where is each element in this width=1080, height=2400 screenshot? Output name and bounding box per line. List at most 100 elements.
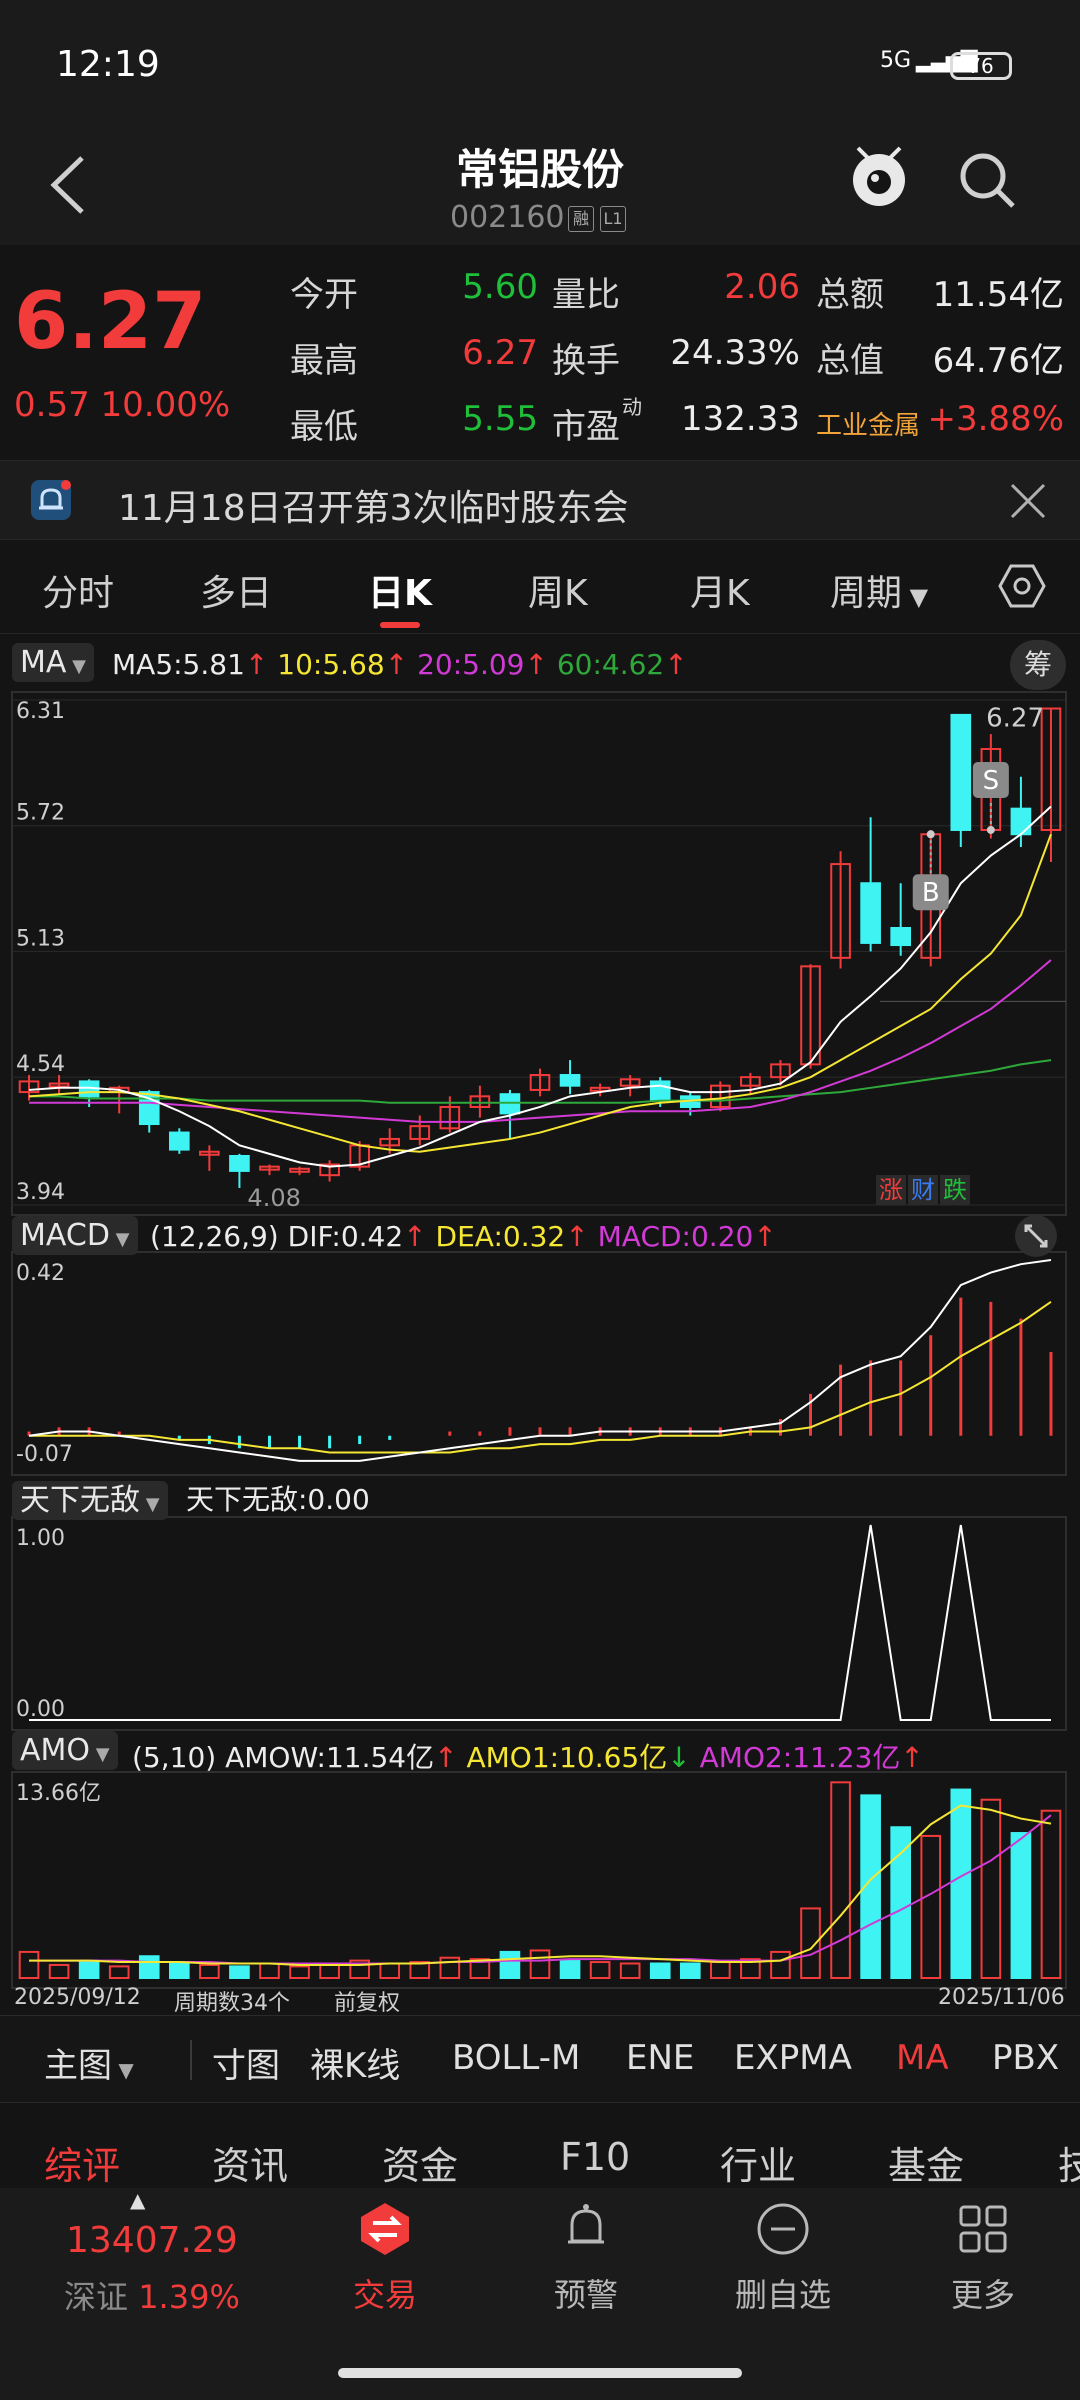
settings-icon[interactable] <box>998 562 1046 610</box>
ma-dropdown[interactable]: MA ▼ <box>12 643 94 682</box>
amo-dropdown[interactable]: AMO ▼ <box>12 1731 118 1770</box>
robot-icon[interactable] <box>848 142 910 212</box>
amo-top-label: 13.66亿 <box>16 1781 101 1806</box>
quote-value: +3.88% <box>927 399 1065 439</box>
high-price-label: 6.27 <box>986 704 1044 734</box>
ma-selector[interactable]: MA ▼ <box>12 643 94 682</box>
macd-chart: 0.42 -0.07 <box>11 1251 1067 1476</box>
nav-alert[interactable]: 预警 <box>506 2270 666 2316</box>
amo-bar <box>108 1965 130 1979</box>
ma60-arrow-icon: ↑ <box>664 648 688 681</box>
chart-area[interactable]: 6.31 5.72 5.13 4.54 3.94 4.08 6.27 B S 涨财跌 0.42 -0… <box>0 690 1080 2010</box>
stock-name: 常铝股份 <box>455 145 624 194</box>
network-label: 5G <box>880 48 912 73</box>
main-chart-label: 主图 <box>44 2046 112 2086</box>
ind-ma[interactable]: MA <box>896 2038 949 2078</box>
amo-bar <box>229 1965 250 1979</box>
amo-bar <box>679 1962 701 1980</box>
stock-code: 002160 <box>450 200 565 235</box>
amo-bar <box>199 1963 220 1979</box>
alert-icon[interactable] <box>558 2201 614 2257</box>
chip-button[interactable]: 筹 <box>1010 640 1066 690</box>
quote-panel: 6.27 0.57 10.00% 今开 5.60 量比 2.06 总额 11.54亿 最高 6… <box>0 245 1080 460</box>
ma5-arrow-icon: ↑ <box>244 648 269 681</box>
ma-values: MA5:5.81↑ 10:5.68↑ 20:5.09↑ 60:4.62↑ <box>112 648 688 681</box>
chevron-down-icon: ▼ <box>109 1229 130 1250</box>
amo-bar <box>890 1826 912 1979</box>
tab-weekly-k[interactable]: 周K <box>528 564 588 616</box>
tab-multi-day[interactable]: 多日 <box>200 564 272 616</box>
tab-intraday[interactable]: 分时 <box>42 564 114 616</box>
section-tabs: 综评 资讯 资金 F10 行业 基金 技 <box>0 2105 1080 2190</box>
amo-selector[interactable]: AMO ▼ <box>12 1731 118 1770</box>
index-info[interactable]: 深证 1.39% <box>64 2272 240 2318</box>
nav-trade[interactable]: 交易 <box>305 2270 465 2316</box>
macd-selector[interactable]: MACD ▼ <box>12 1216 138 1255</box>
ma-dropdown-label: MA <box>20 645 67 680</box>
amo-bar <box>980 1798 1002 1979</box>
amo-dropdown-label: AMO <box>20 1733 91 1768</box>
amo-bar <box>379 1962 401 1980</box>
ind-boll-m[interactable]: BOLL-M <box>452 2038 580 2078</box>
b-marker-dot <box>926 830 935 839</box>
section-industry[interactable]: 行业 <box>720 2135 796 2190</box>
amo-params: (5,10) <box>132 1741 217 1774</box>
low-price-label: 4.08 <box>247 1184 300 1212</box>
date-end: 2025/11/06 <box>938 1985 1065 2010</box>
expand-icon[interactable] <box>1014 1214 1058 1258</box>
amo-bar <box>138 1955 160 1980</box>
txwd-dropdown[interactable]: 天下无敌 ▼ <box>12 1481 168 1520</box>
txwd-selector[interactable]: 天下无敌 ▼ <box>12 1475 168 1520</box>
macd-arrow-icon: ↑ <box>753 1220 777 1253</box>
candle-body <box>950 713 972 831</box>
ind-ene[interactable]: ENE <box>626 2038 694 2078</box>
amo-bar <box>559 1959 581 1980</box>
level-tag: L1 <box>600 206 626 232</box>
amo-bar <box>649 1962 671 1980</box>
section-fund[interactable]: 基金 <box>888 2135 964 2190</box>
main-chart-selector[interactable]: 主图 ▼ <box>44 2038 134 2087</box>
tab-period[interactable]: 周期 ▼ <box>830 564 928 616</box>
price-change: 0.57 10.00% <box>14 385 230 425</box>
macd-values: (12,26,9) DIF:0.42↑ DEA:0.32↑ MACD:0.20↑ <box>150 1220 777 1253</box>
ind-naked-k[interactable]: 裸K线 <box>310 2038 400 2087</box>
quote-value: 132.33 <box>681 399 800 439</box>
quote-value: 6.27 <box>462 333 538 373</box>
y-tick-label: 5.13 <box>16 926 65 951</box>
more-grid-icon[interactable] <box>955 2201 1011 2257</box>
search-icon[interactable] <box>955 148 1019 212</box>
section-overview[interactable]: 综评 <box>44 2135 120 2190</box>
amo-bar <box>770 1950 791 1979</box>
remove-watchlist-icon[interactable] <box>755 2201 811 2257</box>
trade-icon[interactable] <box>357 2201 413 2257</box>
tab-monthly-k[interactable]: 月K <box>690 564 750 616</box>
macd-dropdown[interactable]: MACD ▼ <box>12 1216 138 1255</box>
nav-remove-watchlist[interactable]: 删自选 <box>703 2270 863 2316</box>
ind-inch[interactable]: 寸图 <box>212 2038 280 2087</box>
divider <box>190 2040 192 2080</box>
section-funds[interactable]: 资金 <box>382 2135 458 2190</box>
amo-bar <box>289 1965 310 1979</box>
tab-daily-k[interactable]: 日K <box>368 564 432 616</box>
close-icon[interactable] <box>1010 483 1046 519</box>
txwd-line <box>29 1524 1051 1721</box>
index-value[interactable]: 13407.29 <box>66 2220 238 2261</box>
adjust-mode[interactable]: 前复权 <box>334 1985 400 2017</box>
home-indicator <box>338 2368 742 2378</box>
ind-expma[interactable]: EXPMA <box>734 2038 852 2078</box>
amo1-value: AMO1:10.65亿 <box>466 1741 668 1774</box>
section-news[interactable]: 资讯 <box>212 2135 288 2190</box>
notice-bar[interactable]: 11月18日召开第3次临时股东会 <box>0 460 1080 540</box>
amo-bar <box>18 1950 40 1979</box>
nav-more[interactable]: 更多 <box>903 2270 1063 2316</box>
section-f10[interactable]: F10 <box>560 2135 630 2179</box>
amo-bar <box>168 1962 190 1980</box>
section-tech[interactable]: 技 <box>1058 2135 1080 2190</box>
tab-underline <box>380 622 420 628</box>
ma20-arrow-icon: ↑ <box>524 648 548 681</box>
candle-body <box>860 882 881 944</box>
amow-value: AMOW:11.54亿 <box>225 1741 435 1774</box>
ind-pbx[interactable]: PBX <box>992 2038 1059 2078</box>
macd-bottom-label: -0.07 <box>16 1442 73 1467</box>
macd-dif: DIF:0.42 <box>287 1220 404 1253</box>
